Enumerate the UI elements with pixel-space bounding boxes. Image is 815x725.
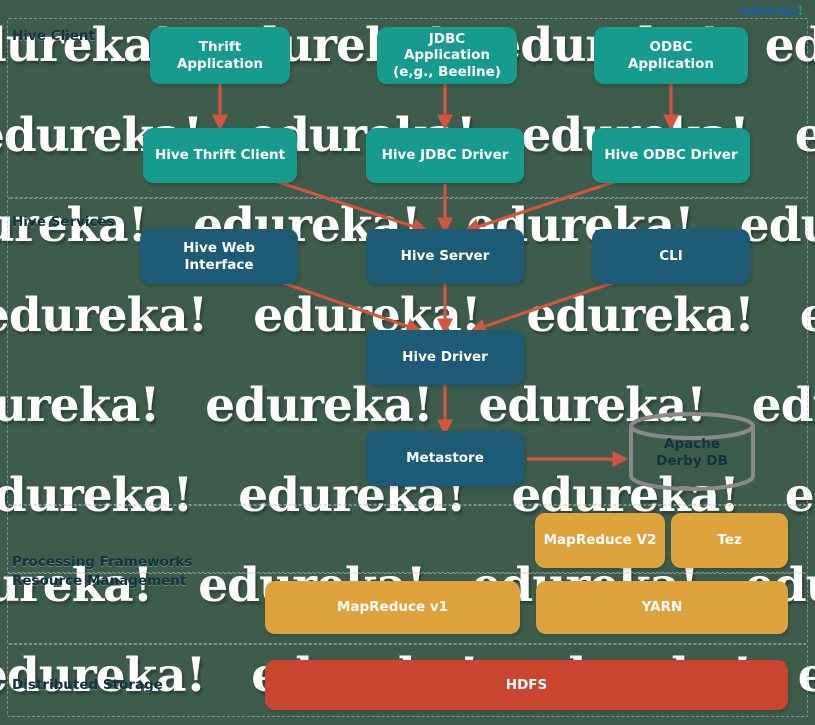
node-label-line2: (e,g., Beeline) <box>393 63 501 80</box>
node-label-wrap: Apache Derby DB <box>622 412 762 494</box>
node-label-line2: Derby DB <box>656 453 728 469</box>
node-hive-thrift-client[interactable]: Hive Thrift Client <box>143 128 297 183</box>
section-label-hive-services: Hive Services <box>12 214 115 230</box>
node-jdbc-application[interactable]: JDBC Application (e,g., Beeline) <box>377 27 517 84</box>
node-label-line1: ODBC <box>649 39 693 56</box>
node-label-line1: JDBC Application <box>403 30 491 64</box>
node-label: Hive Driver <box>402 349 488 366</box>
node-hive-odbc-driver[interactable]: Hive ODBC Driver <box>592 128 750 183</box>
node-mapreduce-v2[interactable]: MapReduce V2 <box>535 513 665 568</box>
node-label: HDFS <box>505 676 548 693</box>
node-hdfs[interactable]: HDFS <box>265 660 788 710</box>
node-hive-web-interface[interactable]: Hive Web Interface <box>140 229 298 284</box>
node-label: Hive JDBC Driver <box>381 147 509 164</box>
node-label-line2: Application <box>627 55 715 72</box>
node-hive-server[interactable]: Hive Server <box>366 229 524 284</box>
logo-text: edureka <box>740 4 798 19</box>
node-hive-jdbc-driver[interactable]: Hive JDBC Driver <box>366 128 524 183</box>
node-thrift-application[interactable]: Thrift Application <box>150 27 290 84</box>
node-label: Hive ODBC Driver <box>604 147 738 164</box>
node-label: YARN <box>641 599 683 616</box>
section-label-hive-client: Hive Client <box>12 28 95 44</box>
node-label: Thrift Application <box>176 39 264 72</box>
node-label-line2: Interface <box>184 256 254 273</box>
section-label-resource-management: Resource Management <box>12 573 187 589</box>
node-label: Metastore <box>406 450 484 467</box>
node-hive-driver[interactable]: Hive Driver <box>366 330 524 385</box>
node-apache-derby-db[interactable]: Apache Derby DB <box>622 412 762 494</box>
section-label-processing-frameworks: Processing Frameworks <box>12 554 193 570</box>
node-mapreduce-v1[interactable]: MapReduce v1 <box>265 581 520 634</box>
logo-exclamation: ! <box>797 4 804 19</box>
node-cli[interactable]: CLI <box>592 229 750 284</box>
node-tez[interactable]: Tez <box>671 513 788 568</box>
section-label-distributed-storage: Distributed Storage <box>12 677 163 693</box>
node-odbc-application[interactable]: ODBC Application <box>594 27 748 84</box>
node-metastore[interactable]: Metastore <box>366 431 524 486</box>
node-yarn[interactable]: YARN <box>536 581 788 634</box>
node-label: MapReduce V2 <box>543 532 657 549</box>
hive-architecture-diagram: edureka!edureka!edureka!edureka!edureka!… <box>0 0 815 725</box>
node-label: Hive Thrift Client <box>154 147 286 164</box>
node-label: MapReduce v1 <box>336 599 449 616</box>
edureka-logo: edureka! <box>740 4 803 19</box>
node-label: Hive Server <box>400 248 490 265</box>
node-label: CLI <box>659 248 683 265</box>
node-label-line1: Apache <box>664 436 720 453</box>
node-label-line1: Hive Web <box>183 240 255 257</box>
node-label: Tez <box>717 532 742 549</box>
